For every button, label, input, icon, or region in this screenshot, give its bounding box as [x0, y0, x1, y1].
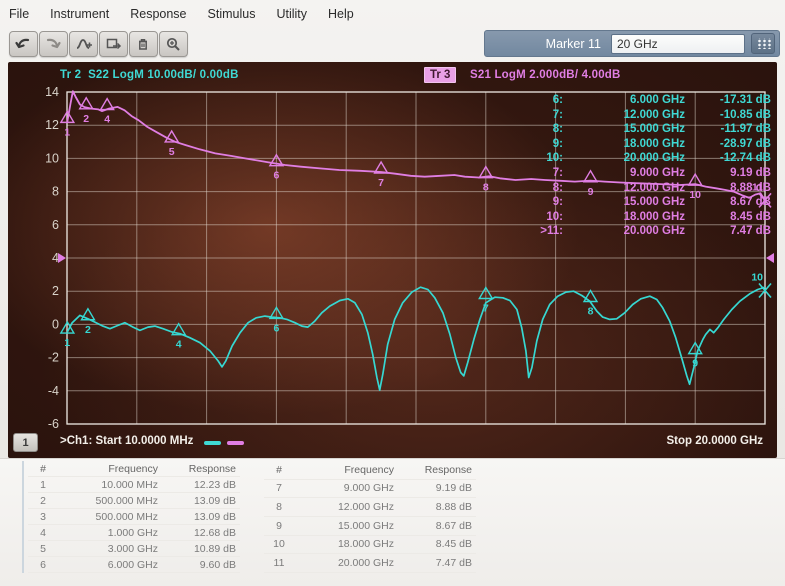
y-axis-label: 0 — [52, 317, 59, 331]
marker-readout-s21: 7:9.000 GHz9.19 dB8:12.000 GHz8.88 dB9:1… — [529, 166, 771, 239]
marker-label-2: 2 — [83, 113, 89, 125]
readout-row: 9:15.000 GHz8.67 dB — [529, 195, 771, 210]
toolbar: Marker 11 — [0, 28, 785, 60]
marker-label-4: 4 — [104, 114, 110, 126]
readout-row: 9:18.000 GHz-28.97 dB — [529, 137, 771, 152]
y-axis-label: 14 — [45, 85, 59, 99]
instrument-display-panel: Tr 2 S22 LogM 10.00dB/ 0.00dB Tr 3 S21 L… — [8, 62, 777, 458]
y-axis-label: 6 — [52, 218, 59, 232]
readout-row: 10:20.000 GHz-12.74 dB — [529, 151, 771, 166]
vna-application-window: { "menu": {"items": ["File", "Instrument… — [0, 0, 785, 585]
table-row: 915.000 GHz8.67 dB — [264, 516, 476, 535]
marker-readout-s22: 6:6.000 GHz-17.31 dB7:12.000 GHz-10.85 d… — [529, 93, 771, 166]
table-row: 110.000 MHz12.23 dB — [28, 477, 240, 493]
y-axis-label: 10 — [45, 151, 59, 165]
undo-button[interactable] — [9, 31, 38, 57]
y-axis-label: 2 — [52, 284, 59, 298]
table-row: 812.000 GHz8.88 dB — [264, 498, 476, 517]
marker-triangle-8[interactable] — [584, 290, 597, 301]
table-row: 1120.000 GHz7.47 dB — [264, 554, 476, 573]
add-marker-button[interactable] — [69, 31, 98, 57]
marker-label-6: 6 — [273, 322, 279, 334]
table-row: 53.000 GHz10.89 dB — [28, 541, 240, 557]
marker-table-header: #FrequencyResponse — [28, 461, 240, 477]
marker-label-6: 6 — [273, 170, 279, 182]
copy-channel-button[interactable] — [99, 31, 128, 57]
marker-table-header: #FrequencyResponse — [264, 461, 476, 479]
marker-table-wrap: #FrequencyResponse110.000 MHz12.23 dB250… — [22, 461, 500, 573]
marker-label-8: 8 — [483, 182, 489, 194]
marker-label-7: 7 — [378, 177, 384, 189]
readout-row: 8:15.000 GHz-11.97 dB — [529, 122, 771, 137]
marker-label-1: 1 — [64, 126, 70, 138]
marker-label-1: 1 — [64, 337, 70, 349]
readout-row: 7:9.000 GHz9.19 dB — [529, 166, 771, 181]
marker-label-7: 7 — [483, 303, 489, 315]
channel-1-button[interactable]: 1 — [13, 433, 38, 452]
start-frequency-label: >Ch1: Start — [60, 435, 122, 447]
keypad-button[interactable] — [751, 33, 775, 54]
marker-label-10: 10 — [751, 272, 763, 284]
redo-icon — [45, 36, 62, 52]
redo-button[interactable] — [39, 31, 68, 57]
y-axis-label: -4 — [48, 384, 59, 398]
add-marker-icon — [75, 36, 92, 52]
menu-item-help[interactable]: Help — [328, 7, 354, 21]
readout-row: 6:6.000 GHz-17.31 dB — [529, 93, 771, 108]
start-frequency-value: 10.0000 MHz — [125, 435, 193, 447]
marker-panel-label: Marker 11 — [546, 37, 601, 51]
stop-frequency-label: Stop 20.0000 GHz — [666, 435, 763, 447]
menu-item-file[interactable]: File — [9, 7, 29, 21]
y-axis-label: 8 — [52, 185, 59, 199]
marker-label-4: 4 — [176, 339, 182, 351]
menu-item-utility[interactable]: Utility — [276, 7, 307, 21]
delete-icon — [135, 36, 152, 52]
table-row: 41.000 GHz12.68 dB — [28, 525, 240, 541]
undo-icon — [15, 36, 32, 52]
table-row: 3500.000 MHz13.09 dB — [28, 509, 240, 525]
marker-table-right: #FrequencyResponse79.000 GHz9.19 dB812.0… — [264, 461, 476, 573]
marker-table-left: #FrequencyResponse110.000 MHz12.23 dB250… — [28, 461, 240, 573]
delete-button[interactable] — [129, 31, 158, 57]
menu-item-response[interactable]: Response — [130, 7, 186, 21]
readout-row: 8:12.000 GHz8.88 dB — [529, 181, 771, 196]
zoom-button[interactable] — [159, 31, 188, 57]
marker-value-input[interactable] — [611, 34, 745, 54]
ref-level-arrow-right[interactable] — [766, 253, 774, 263]
marker-label-9: 9 — [692, 358, 698, 370]
y-axis-label: -2 — [48, 351, 59, 365]
y-axis-label: -6 — [48, 417, 59, 431]
marker-label-8: 8 — [588, 305, 594, 317]
table-row: 2500.000 MHz13.09 dB — [28, 493, 240, 509]
menu-item-instrument[interactable]: Instrument — [50, 7, 109, 21]
table-row: 1018.000 GHz8.45 dB — [264, 535, 476, 554]
marker-label-5: 5 — [169, 146, 175, 158]
marker-table-area: #FrequencyResponse110.000 MHz12.23 dB250… — [0, 458, 785, 586]
table-row: 66.000 GHz9.60 dB — [28, 557, 240, 573]
copy-channel-icon — [105, 36, 122, 52]
y-axis-label: 12 — [45, 118, 59, 132]
marker-panel: Marker 11 — [484, 30, 780, 57]
channel-status-bar: 1 >Ch1: Start 10.0000 MHz Stop 20.0000 G… — [8, 432, 777, 456]
readout-row: 10:18.000 GHz8.45 dB — [529, 210, 771, 225]
cyan-trace-legend-dash — [204, 441, 221, 445]
zoom-icon — [165, 36, 182, 52]
menu-item-stimulus[interactable]: Stimulus — [208, 7, 256, 21]
menu-bar: File Instrument Response Stimulus Utility Hel… — [0, 0, 785, 27]
keypad-icon — [756, 38, 771, 49]
y-axis-label: 4 — [52, 251, 59, 265]
ref-level-arrow-left[interactable] — [58, 253, 66, 263]
marker-label-2: 2 — [85, 324, 91, 336]
readout-row: 7:12.000 GHz-10.85 dB — [529, 108, 771, 123]
readout-row: >11:20.000 GHz7.47 dB — [529, 224, 771, 239]
magenta-trace-legend-dash — [227, 441, 244, 445]
table-row: 79.000 GHz9.19 dB — [264, 479, 476, 498]
